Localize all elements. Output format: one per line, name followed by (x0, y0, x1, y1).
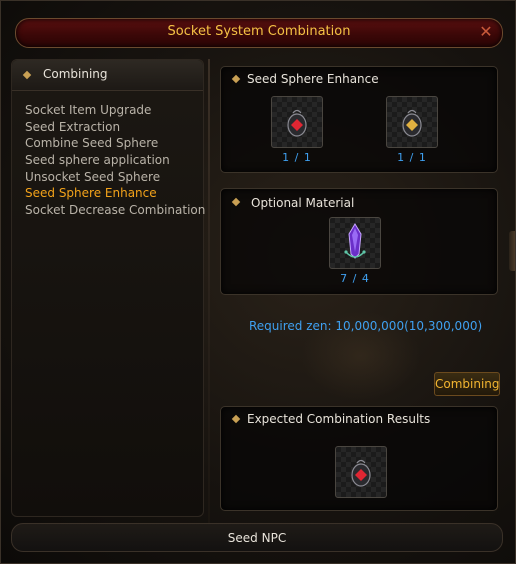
diamond-bullet-icon (231, 197, 241, 207)
menu-item-unsocket-seed-sphere[interactable]: Unsocket Seed Sphere (25, 169, 205, 186)
menu-item-socket-decrease-combination[interactable]: Socket Decrease Combination (25, 202, 205, 219)
diamond-bullet-icon (231, 414, 241, 424)
seed-npc-label: Seed NPC (227, 531, 287, 545)
diamond-bullet-icon (231, 74, 241, 84)
menu-item-seed-extraction[interactable]: Seed Extraction (25, 119, 205, 136)
footer-bar: Seed NPC (11, 523, 503, 552)
seed-sphere-enhance-box: Seed Sphere Enhance (220, 66, 498, 173)
gold-seed-sphere-icon (402, 109, 422, 137)
socket-combination-window: Socket System Combination ✕ Combining So… (0, 0, 516, 564)
enhance-slot-1[interactable] (271, 96, 323, 148)
resize-handle[interactable] (509, 231, 515, 271)
menu-header: Combining (12, 60, 203, 91)
required-zen-text: Required zen: 10,000,000(10,300,000) (249, 319, 483, 333)
window-title: Socket System Combination (167, 24, 351, 39)
enhance-slot-2-count: 1 / 1 (397, 151, 427, 164)
left-menu-panel: Combining Socket Item Upgrade Seed Extra… (11, 59, 205, 517)
purple-crystal-icon (344, 223, 366, 259)
red-seed-sphere-icon (351, 459, 371, 487)
red-seed-sphere-icon (287, 109, 307, 137)
expected-results-title: Expected Combination Results (247, 412, 431, 426)
menu-item-socket-item-upgrade[interactable]: Socket Item Upgrade (25, 102, 205, 119)
optional-material-slot[interactable] (329, 217, 381, 269)
diamond-bullet-icon (22, 70, 32, 80)
menu-item-combine-seed-sphere[interactable]: Combine Seed Sphere (25, 135, 205, 152)
optional-material-title: Optional Material (251, 196, 355, 210)
combining-button[interactable]: Combining (434, 372, 500, 396)
enhance-slot-1-count: 1 / 1 (282, 151, 312, 164)
optional-material-count: 7 / 4 (340, 272, 370, 285)
menu-item-seed-sphere-enhance[interactable]: Seed Sphere Enhance (25, 185, 205, 202)
menu-item-seed-sphere-application[interactable]: Seed sphere application (25, 152, 205, 169)
panel-divider (208, 59, 210, 525)
combination-menu: Socket Item Upgrade Seed Extraction Comb… (25, 102, 205, 219)
enhance-slot-2[interactable] (386, 96, 438, 148)
result-slot[interactable] (335, 446, 387, 498)
menu-header-label: Combining (43, 67, 108, 81)
enhance-title: Seed Sphere Enhance (247, 72, 379, 86)
title-bar: Socket System Combination ✕ (15, 18, 503, 48)
close-icon[interactable]: ✕ (476, 22, 496, 42)
